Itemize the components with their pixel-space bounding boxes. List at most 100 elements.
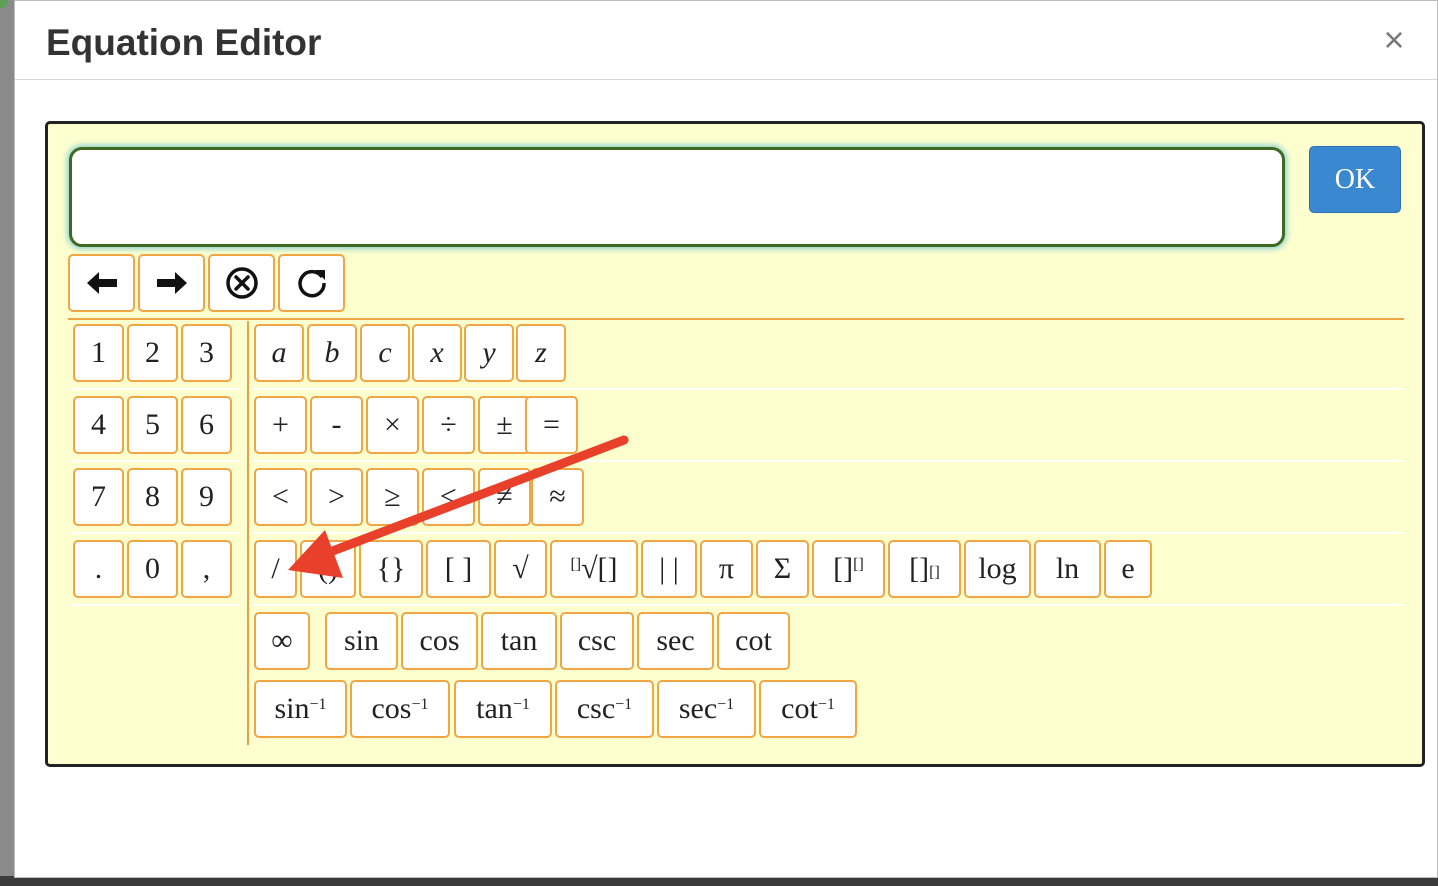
key-arccsc[interactable]: csc −1 [555, 680, 654, 738]
backdrop-indicator [0, 0, 8, 8]
arrow-right-icon [156, 272, 187, 294]
key-2[interactable]: 2 [127, 324, 178, 382]
delete-button[interactable] [208, 254, 275, 312]
key-arccot[interactable]: cot −1 [759, 680, 857, 738]
key-arccsc-exp: −1 [615, 696, 633, 713]
key-brackets[interactable]: [ ] [426, 540, 491, 598]
key-not-equal[interactable]: ≠ [478, 468, 531, 526]
key-nth-root-label: √[] [581, 552, 618, 585]
key-sqrt[interactable]: √ [494, 540, 547, 598]
key-subscript[interactable]: [][] [888, 540, 961, 598]
key-times[interactable]: × [366, 396, 419, 454]
key-minus[interactable]: - [310, 396, 363, 454]
key-approx[interactable]: ≈ [531, 468, 584, 526]
dialog-header: Equation Editor × [15, 1, 1437, 80]
key-0[interactable]: 0 [127, 540, 178, 598]
key-equals[interactable]: = [525, 396, 578, 454]
key-9[interactable]: 9 [181, 468, 232, 526]
key-var-y[interactable]: y [464, 324, 514, 382]
key-arccos[interactable]: cos −1 [350, 680, 450, 738]
key-subscript-sub: [] [929, 564, 940, 581]
key-less-than[interactable]: < [254, 468, 307, 526]
key-arccsc-label: csc [576, 692, 616, 725]
key-less-equal[interactable]: ≤ [422, 468, 475, 526]
key-var-x[interactable]: x [412, 324, 462, 382]
key-var-c[interactable]: c [360, 324, 410, 382]
row-divider [252, 460, 1404, 462]
key-subscript-base: [] [909, 552, 930, 585]
key-comma[interactable]: , [181, 540, 232, 598]
row-divider [70, 604, 240, 606]
key-4[interactable]: 4 [73, 396, 124, 454]
key-greater-than[interactable]: > [310, 468, 363, 526]
key-7[interactable]: 7 [73, 468, 124, 526]
key-e[interactable]: e [1104, 540, 1152, 598]
key-tan[interactable]: tan [481, 612, 557, 670]
key-superscript-base: [] [833, 552, 854, 585]
row-divider [252, 388, 1404, 390]
key-arcsin[interactable]: sin −1 [254, 680, 347, 738]
key-arccot-exp: −1 [817, 696, 835, 713]
key-superscript-exp: [] [853, 556, 864, 573]
key-pi[interactable]: π [700, 540, 753, 598]
key-log[interactable]: log [964, 540, 1031, 598]
arrow-left-icon [86, 272, 117, 294]
key-5[interactable]: 5 [127, 396, 178, 454]
key-nth-root-index: [] [570, 556, 582, 573]
key-braces[interactable]: {} [359, 540, 423, 598]
equation-input[interactable] [69, 147, 1285, 247]
key-plus-minus[interactable]: ± [478, 396, 531, 454]
cursor-right-button[interactable] [138, 254, 205, 312]
key-nth-root[interactable]: [] √[] [550, 540, 638, 598]
row-divider [70, 460, 240, 462]
ok-button[interactable]: OK [1309, 146, 1401, 213]
key-ln[interactable]: ln [1034, 540, 1101, 598]
keypad-divider [247, 321, 249, 745]
key-sec[interactable]: sec [637, 612, 714, 670]
cursor-left-button[interactable] [68, 254, 135, 312]
key-arctan-label: tan [476, 692, 513, 725]
key-arctan[interactable]: tan −1 [454, 680, 552, 738]
key-infinity[interactable]: ∞ [254, 612, 310, 670]
key-cos[interactable]: cos [401, 612, 478, 670]
key-var-a[interactable]: a [254, 324, 304, 382]
reset-button[interactable] [278, 254, 345, 312]
key-cot[interactable]: cot [717, 612, 790, 670]
editor-panel: OK 1 2 3 4 5 6 7 8 9 . 0 , a b c x y z +… [45, 121, 1425, 767]
key-arcsec-label: sec [678, 692, 718, 725]
key-arcsec-exp: −1 [717, 696, 735, 713]
key-arccot-label: cot [781, 692, 818, 725]
dialog-title: Equation Editor [46, 22, 322, 63]
equation-editor-dialog: Equation Editor × OK 1 2 3 4 5 6 7 8 9 .… [14, 0, 1438, 878]
key-parentheses[interactable]: () [300, 540, 356, 598]
key-greater-equal[interactable]: ≥ [366, 468, 419, 526]
key-arcsec[interactable]: sec −1 [657, 680, 756, 738]
row-divider [70, 388, 240, 390]
key-var-z[interactable]: z [516, 324, 566, 382]
key-sum[interactable]: Σ [756, 540, 809, 598]
key-csc[interactable]: csc [560, 612, 634, 670]
close-icon[interactable]: × [1375, 21, 1413, 59]
key-sin[interactable]: sin [325, 612, 398, 670]
key-arctan-exp: −1 [512, 696, 530, 713]
refresh-icon [297, 269, 326, 298]
row-divider [252, 604, 1404, 606]
key-abs[interactable]: | | [641, 540, 697, 598]
key-fraction[interactable]: / [254, 540, 297, 598]
key-arccos-label: cos [371, 692, 412, 725]
key-arcsin-exp: −1 [309, 696, 327, 713]
key-1[interactable]: 1 [73, 324, 124, 382]
key-arccos-exp: −1 [411, 696, 429, 713]
key-decimal[interactable]: . [73, 540, 124, 598]
row-divider [70, 532, 240, 534]
circle-x-icon [225, 267, 258, 299]
key-divide[interactable]: ÷ [422, 396, 475, 454]
key-6[interactable]: 6 [181, 396, 232, 454]
row-divider [252, 532, 1404, 534]
key-8[interactable]: 8 [127, 468, 178, 526]
key-plus[interactable]: + [254, 396, 307, 454]
key-var-b[interactable]: b [307, 324, 357, 382]
key-3[interactable]: 3 [181, 324, 232, 382]
key-arcsin-label: sin [274, 692, 310, 725]
key-superscript[interactable]: [][] [812, 540, 885, 598]
